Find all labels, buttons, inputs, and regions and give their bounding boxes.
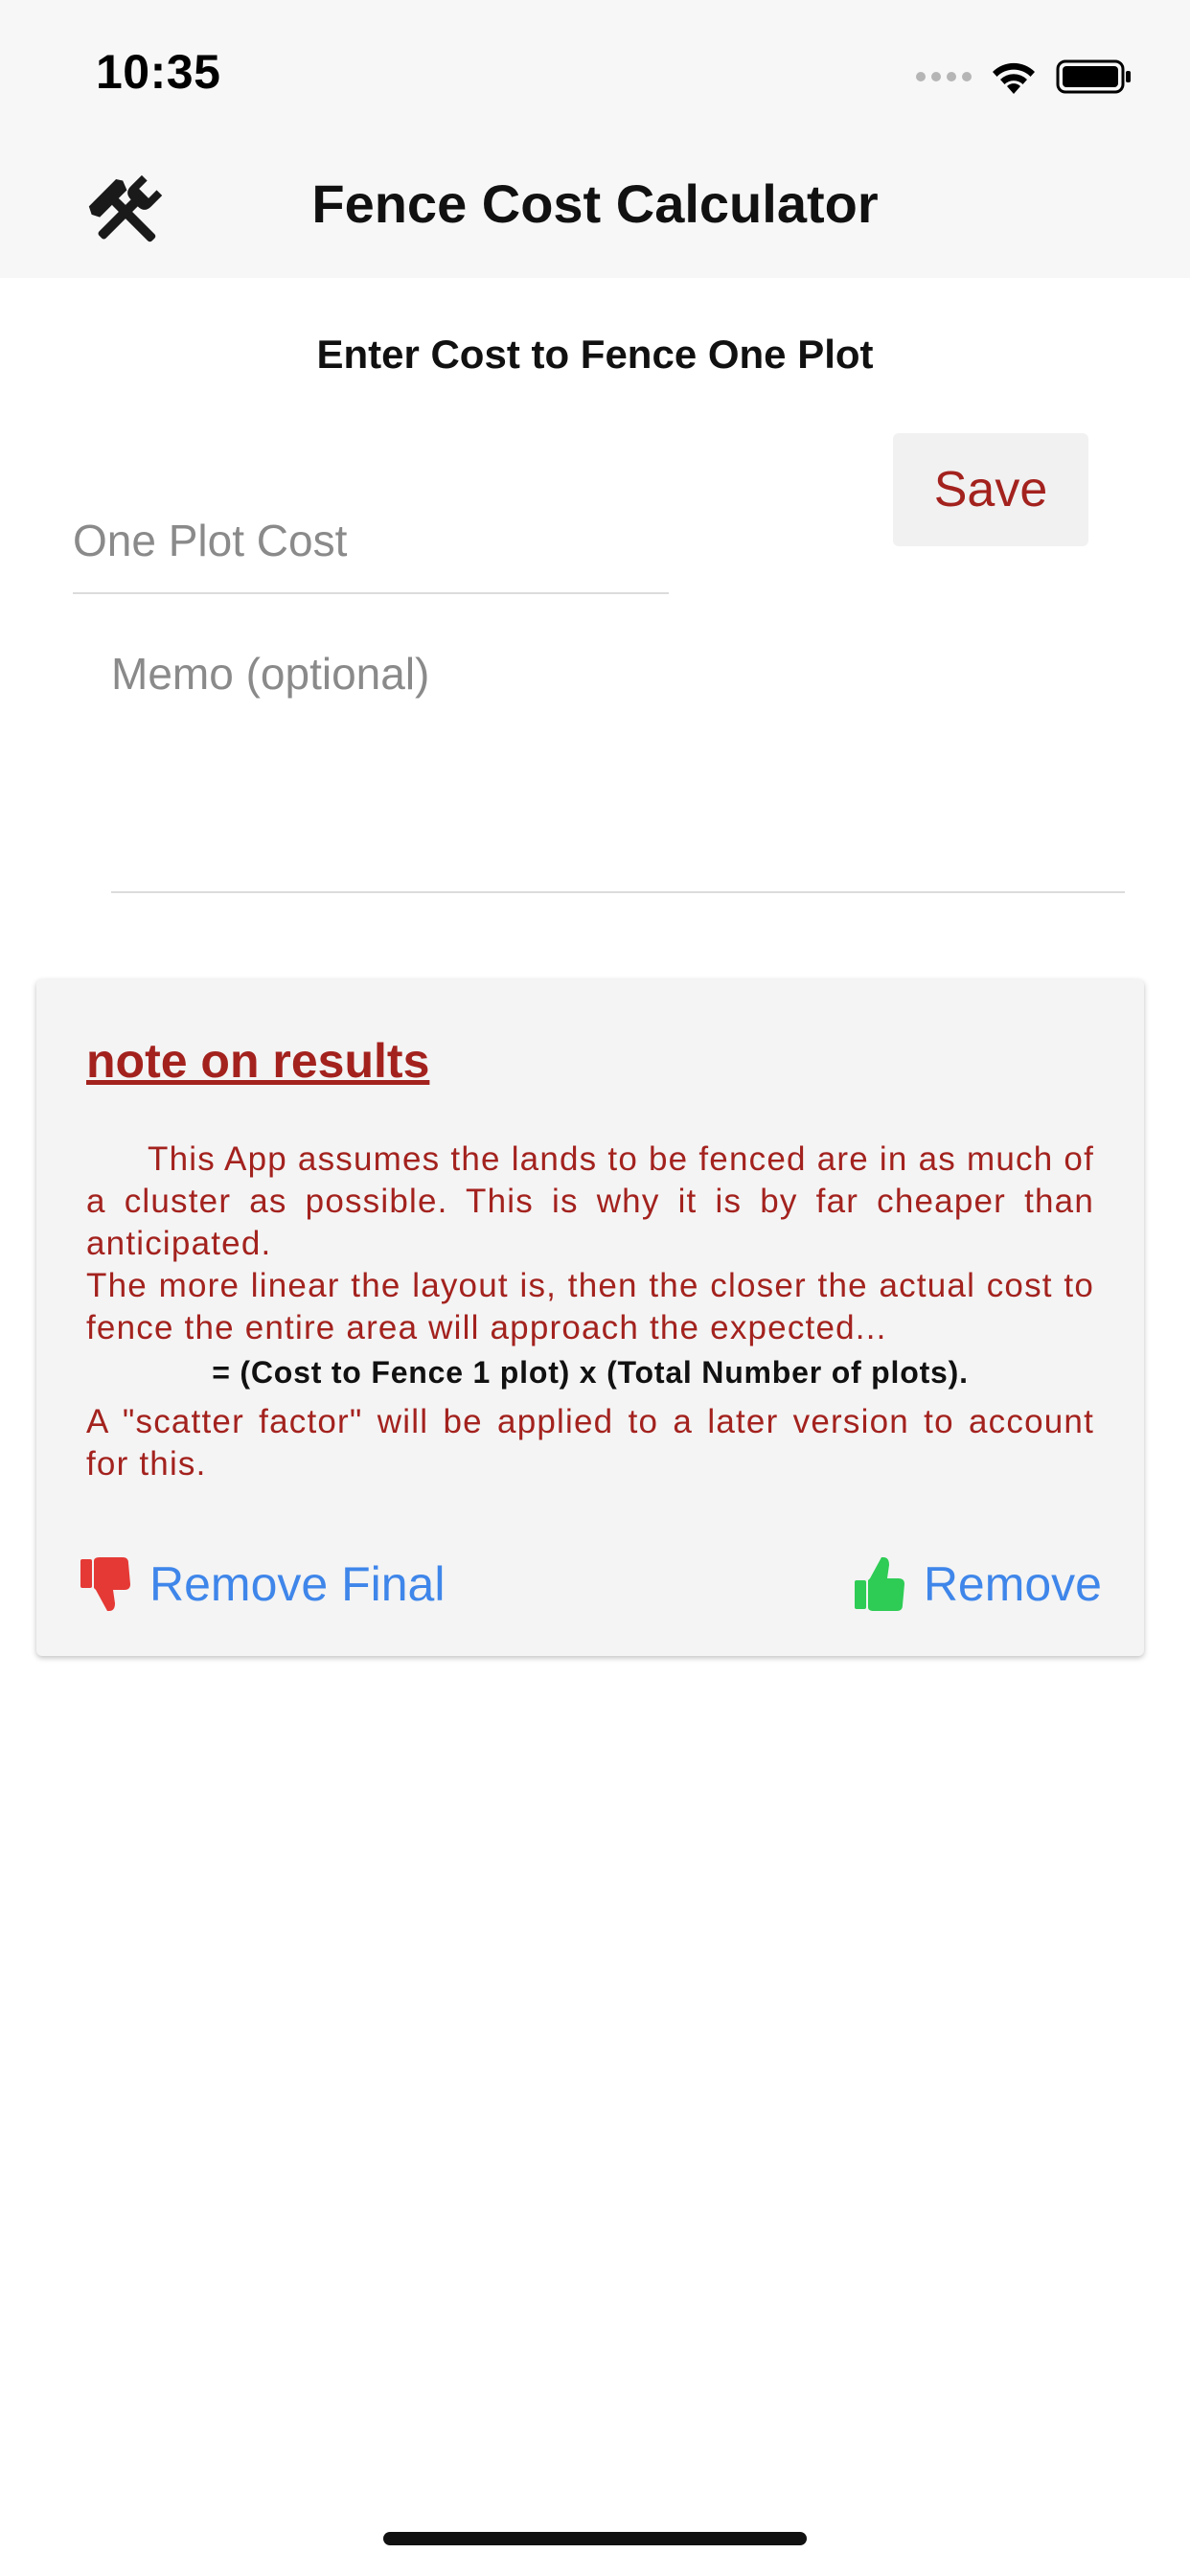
thumbs-down-icon [80,1557,130,1611]
memo-input[interactable] [111,638,1125,893]
remove-label: Remove [923,1557,1102,1611]
home-indicator[interactable] [383,2532,807,2545]
app-screen: 10:35 Fence Cost Calculator Enter Cost t… [0,0,1190,2576]
remove-button[interactable]: Remove [853,1551,1102,1618]
status-time: 10:35 [96,45,221,99]
note-card: note on results This App assumes the lan… [36,979,1144,1656]
note-title: note on results [86,1034,430,1088]
page-title: Fence Cost Calculator [311,173,879,234]
top-bar: 10:35 Fence Cost Calculator [0,0,1190,278]
save-button[interactable]: Save [893,433,1088,546]
note-formula: = (Cost to Fence 1 plot) x (Total Number… [212,1355,969,1390]
status-icons [916,56,1133,98]
note-body: This App assumes the lands to be fenced … [86,1138,1094,1485]
remove-final-label: Remove Final [149,1557,446,1611]
battery-icon [1056,59,1131,94]
cellular-signal-icon [916,72,972,81]
note-paragraph: This App assumes the lands to be fenced … [86,1140,1094,1262]
one-plot-cost-input[interactable] [73,489,669,594]
remove-final-button[interactable]: Remove Final [79,1551,445,1618]
thumbs-up-icon [854,1557,904,1611]
note-paragraph: The more linear the layout is, then the … [86,1267,1094,1346]
section-title: Enter Cost to Fence One Plot [316,332,874,377]
wifi-icon [993,62,1035,94]
note-paragraph: A "scatter factor" will be applied to a … [86,1403,1094,1483]
